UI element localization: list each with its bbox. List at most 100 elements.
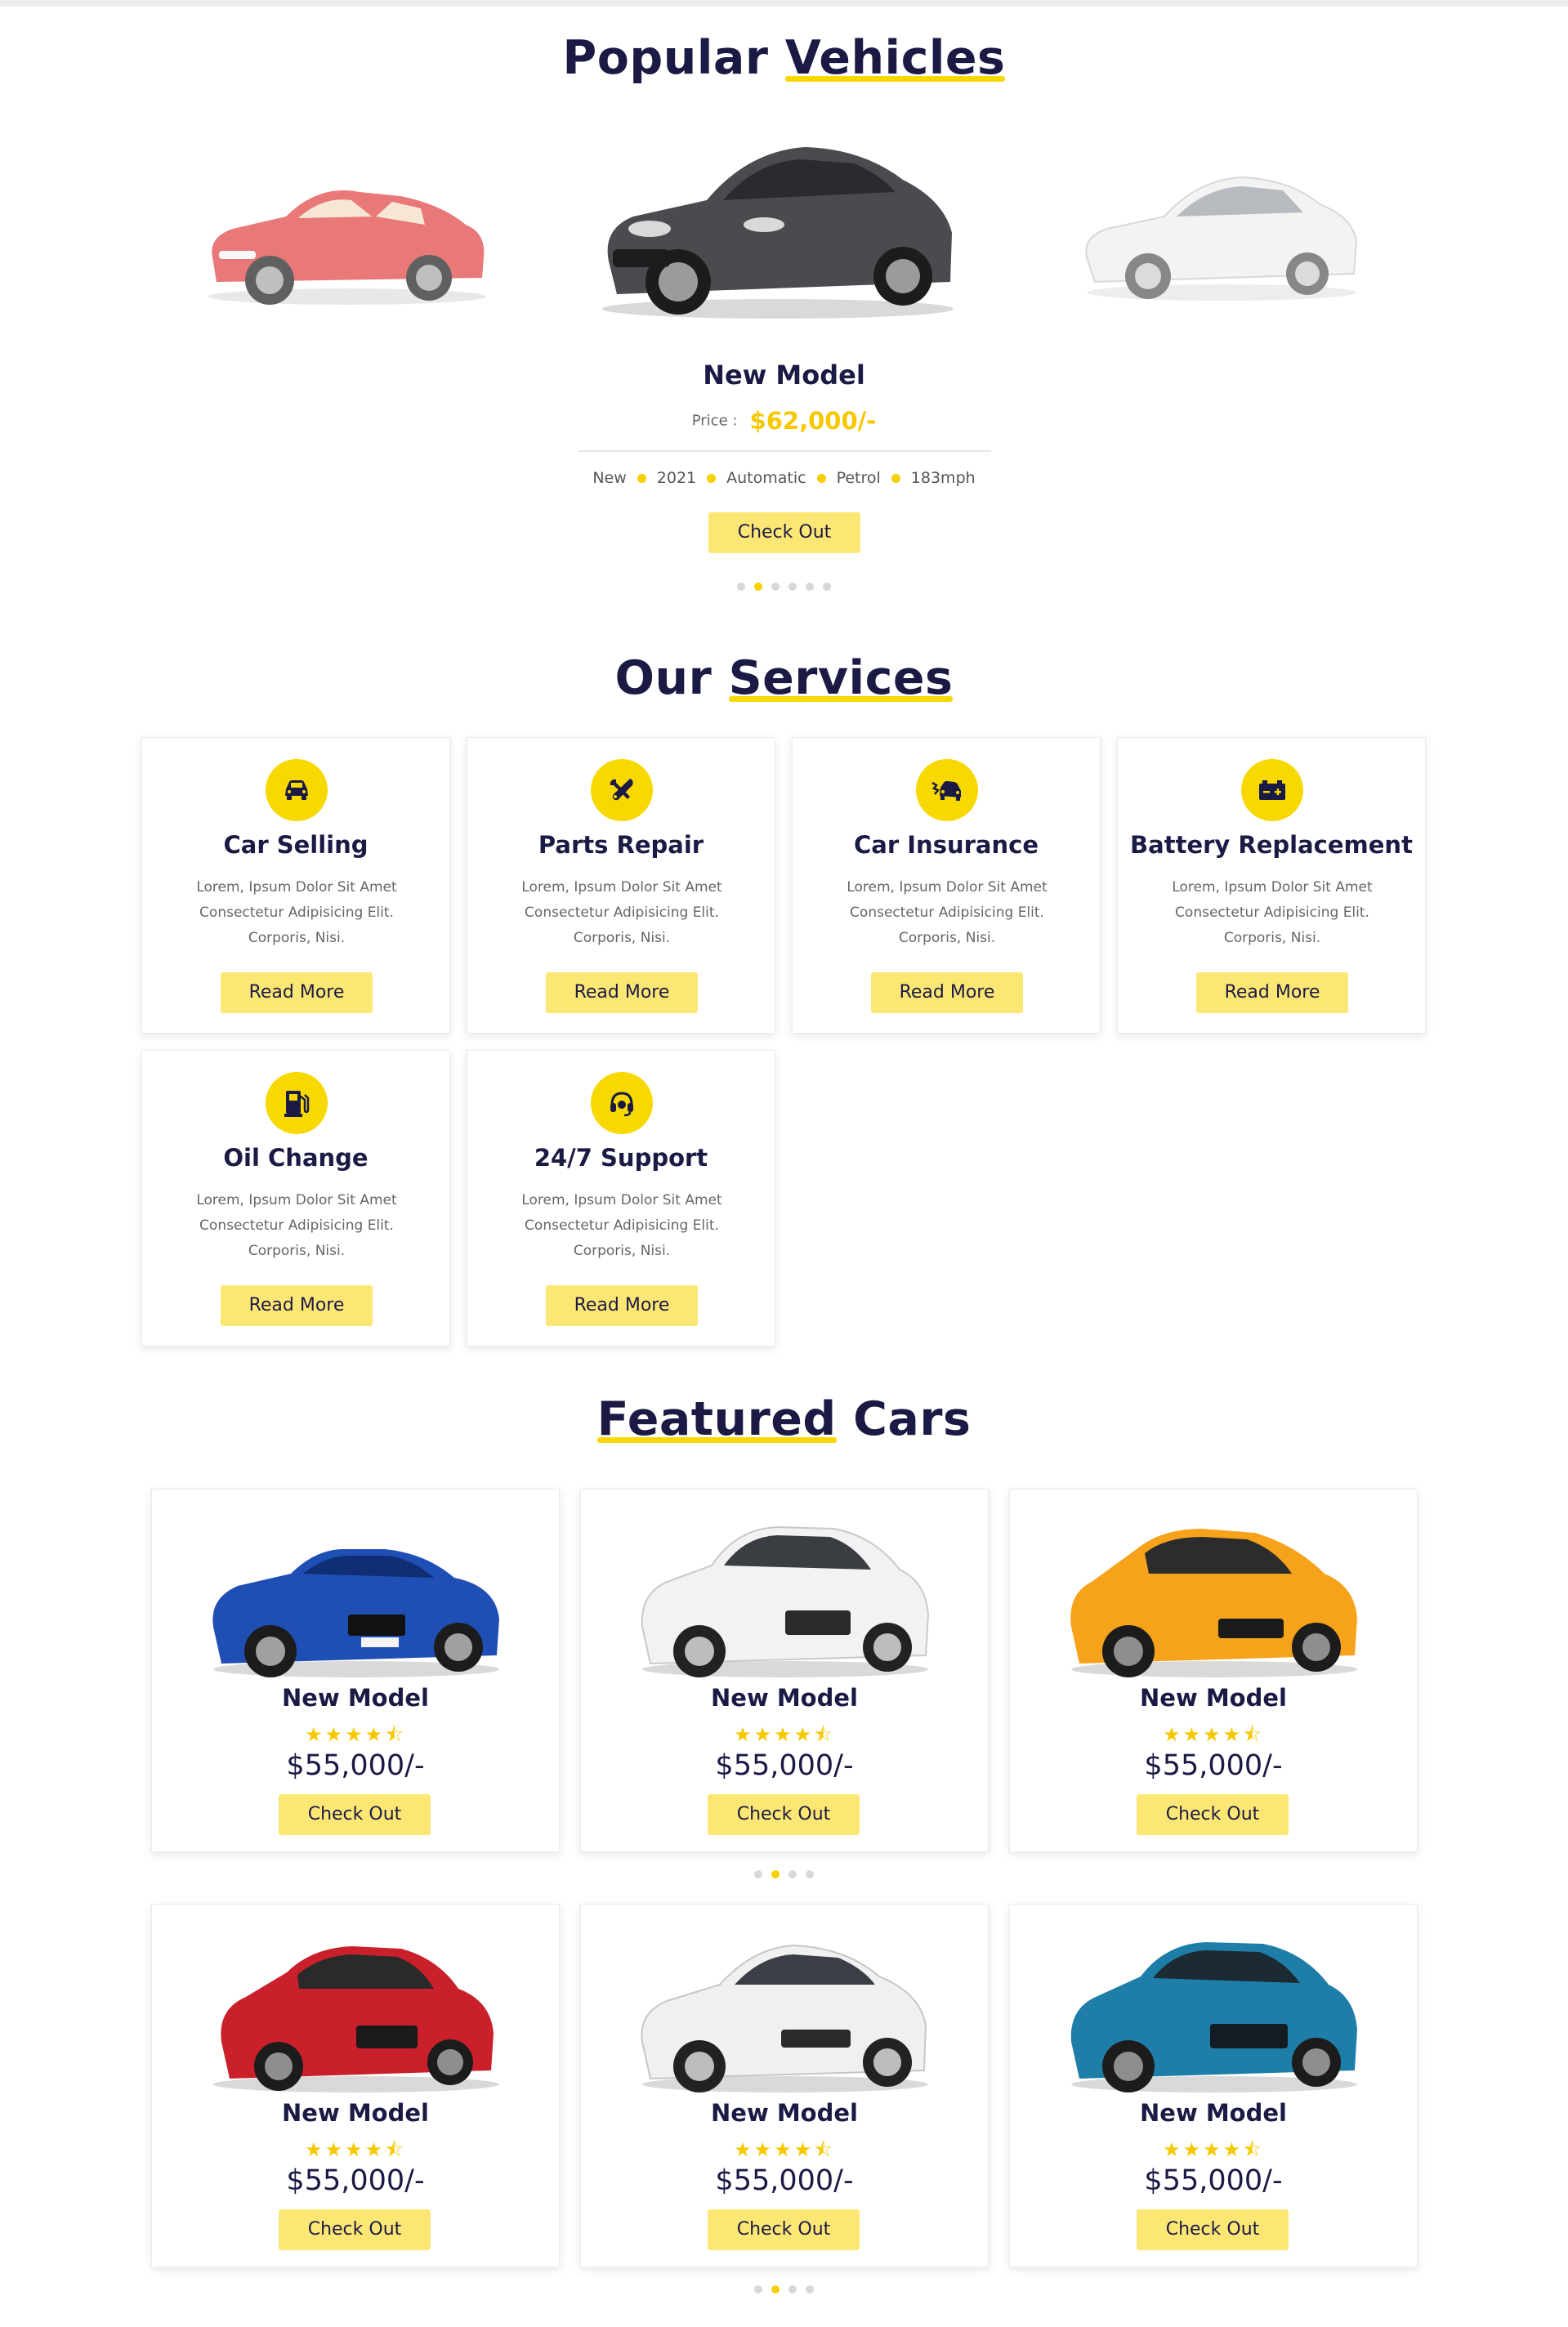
popular-slider-pagination	[0, 583, 1568, 591]
spec-separator-dot	[891, 473, 900, 483]
slider-dot[interactable]	[737, 583, 745, 591]
check-out-button[interactable]: Check Out	[708, 1794, 860, 1835]
featured-car-card: New Model ★★★★⯪ $55,000/- Check Out	[151, 1489, 560, 1852]
spec-fuel: Petrol	[836, 469, 881, 487]
spec-separator-dot	[637, 473, 646, 483]
slider-dot-active[interactable]	[754, 583, 762, 591]
slider-dot[interactable]	[754, 2285, 762, 2294]
read-more-button[interactable]: Read More	[871, 972, 1023, 1013]
slider-dot-active[interactable]	[771, 1870, 780, 1878]
service-card-car-selling: Car Selling Lorem, Ipsum Dolor Sit Amet C…	[141, 737, 450, 1034]
slider-dot[interactable]	[788, 583, 797, 591]
service-card-parts-repair: Parts Repair Lorem, Ipsum Dolor Sit Amet…	[467, 737, 775, 1034]
featured-car-card: New Model ★★★★⯪ $55,000/- Check Out	[151, 1904, 560, 2267]
featured-car-title: New Model	[1140, 1684, 1287, 1712]
white-suv-car[interactable]	[630, 1504, 940, 1684]
slider-dot[interactable]	[806, 583, 814, 591]
featured-car-price: $55,000/-	[286, 2164, 425, 2197]
read-more-button[interactable]: Read More	[546, 1285, 698, 1326]
spec-condition: New	[592, 469, 627, 487]
slider-dot[interactable]	[754, 1870, 762, 1878]
divider	[578, 450, 991, 452]
service-title: Car Selling	[223, 831, 369, 859]
service-card-24-7-support: 24/7 Support Lorem, Ipsum Dolor Sit Amet…	[467, 1050, 775, 1347]
service-description: Lorem, Ipsum Dolor Sit Amet Consectetur A…	[196, 879, 397, 946]
featured-car-price: $55,000/-	[715, 2164, 854, 2197]
featured-car-title: New Model	[711, 2099, 858, 2127]
battery-icon	[1241, 759, 1303, 821]
slider-dot[interactable]	[806, 1870, 814, 1878]
white-sedan-car[interactable]	[630, 1919, 940, 2099]
slider-dot[interactable]	[771, 583, 780, 591]
slider-dot[interactable]	[823, 583, 831, 591]
featured-car-card: New Model ★★★★⯪ $55,000/- Check Out	[580, 1489, 989, 1852]
spec-separator-dot	[707, 473, 717, 483]
featured-car-title: New Model	[282, 1684, 429, 1712]
check-out-button[interactable]: Check Out	[279, 2209, 431, 2250]
service-title: Car Insurance	[854, 831, 1039, 859]
read-more-button[interactable]: Read More	[546, 972, 698, 1013]
featured-car-price: $55,000/-	[715, 1749, 854, 1782]
car-crash-icon	[916, 759, 978, 821]
featured-car-title: New Model	[711, 1684, 858, 1712]
read-more-button[interactable]: Read More	[221, 1285, 373, 1326]
featured-car-card: New Model ★★★★⯪ $55,000/- Check Out	[580, 1904, 989, 2267]
our-services-title: Our Services	[614, 651, 954, 705]
teal-suv-car[interactable]	[1059, 1919, 1369, 2099]
featured-car-card: New Model ★★★★⯪ $55,000/- Check Out	[1009, 1904, 1418, 2267]
service-description: Lorem, Ipsum Dolor Sit Amet Consectetur A…	[196, 1192, 397, 1259]
featured-row2-pagination	[0, 2285, 1568, 2294]
service-description: Lorem, Ipsum Dolor Sit Amet Consectetur A…	[1172, 879, 1373, 946]
tools-icon	[591, 759, 653, 821]
slider-dot[interactable]	[788, 1870, 797, 1878]
slider-dot[interactable]	[788, 2285, 797, 2294]
check-out-button[interactable]: Check Out	[279, 1794, 431, 1835]
spec-speed: 183mph	[910, 469, 976, 487]
headset-icon	[591, 1072, 653, 1134]
service-title: Parts Repair	[538, 831, 704, 859]
check-out-button[interactable]: Check Out	[1137, 2209, 1289, 2250]
price-label: Price :	[691, 412, 738, 430]
slider-dot-active[interactable]	[771, 2285, 780, 2294]
service-card-oil-change: Oil Change Lorem, Ipsum Dolor Sit Amet Co…	[141, 1050, 450, 1347]
service-card-battery-replacement: Battery Replacement Lorem, Ipsum Dolor S…	[1117, 737, 1426, 1034]
spec-separator-dot	[816, 473, 826, 483]
slider-dot[interactable]	[806, 2285, 814, 2294]
read-more-button[interactable]: Read More	[1196, 972, 1348, 1013]
popular-model-name: New Model	[703, 360, 865, 391]
white-sedan-car[interactable]	[1074, 159, 1369, 306]
check-out-button[interactable]: Check Out	[1137, 1794, 1289, 1835]
service-description: Lorem, Ipsum Dolor Sit Amet Consectetur A…	[521, 1192, 722, 1259]
spec-transmission: Automatic	[726, 469, 806, 487]
red-suv-car[interactable]	[201, 1919, 511, 2099]
spec-year: 2021	[656, 469, 697, 487]
featured-car-card: New Model ★★★★⯪ $55,000/- Check Out	[1009, 1489, 1418, 1852]
check-out-button[interactable]: Check Out	[708, 2209, 860, 2250]
price-value: $62,000/-	[749, 407, 877, 435]
featured-car-price: $55,000/-	[1144, 1749, 1283, 1782]
service-title: Battery Replacement	[1130, 831, 1413, 859]
service-card-car-insurance: Car Insurance Lorem, Ipsum Dolor Sit Ame…	[792, 737, 1101, 1034]
dark-grey-sedan-car[interactable]	[592, 131, 964, 327]
top-bar	[0, 0, 1568, 7]
orange-hatchback-car[interactable]	[1059, 1504, 1369, 1684]
service-description: Lorem, Ipsum Dolor Sit Amet Consectetur A…	[847, 879, 1048, 946]
car-icon	[266, 759, 328, 821]
featured-car-title: New Model	[282, 2099, 429, 2127]
popular-price-row: Price : $62,000/-	[0, 407, 1568, 435]
featured-car-price: $55,000/-	[286, 1749, 425, 1782]
featured-car-price: $55,000/-	[1144, 2164, 1283, 2197]
blue-convertible-car[interactable]	[201, 1504, 511, 1684]
featured-cars-title: Featured Cars	[596, 1392, 972, 1446]
read-more-button[interactable]: Read More	[221, 972, 373, 1013]
service-description: Lorem, Ipsum Dolor Sit Amet Consectetur A…	[521, 879, 722, 946]
service-title: 24/7 Support	[534, 1144, 708, 1172]
featured-row1-pagination	[0, 1870, 1568, 1878]
featured-car-title: New Model	[1140, 2099, 1287, 2127]
popular-vehicles-title: Popular Vehicles	[562, 31, 1006, 85]
popular-specs: New 2021 Automatic Petrol 183mph	[0, 469, 1568, 487]
service-title: Oil Change	[223, 1144, 369, 1172]
red-convertible-car[interactable]	[196, 159, 498, 310]
gas-pump-icon	[266, 1072, 328, 1134]
popular-check-out-button[interactable]: Check Out	[708, 512, 860, 553]
